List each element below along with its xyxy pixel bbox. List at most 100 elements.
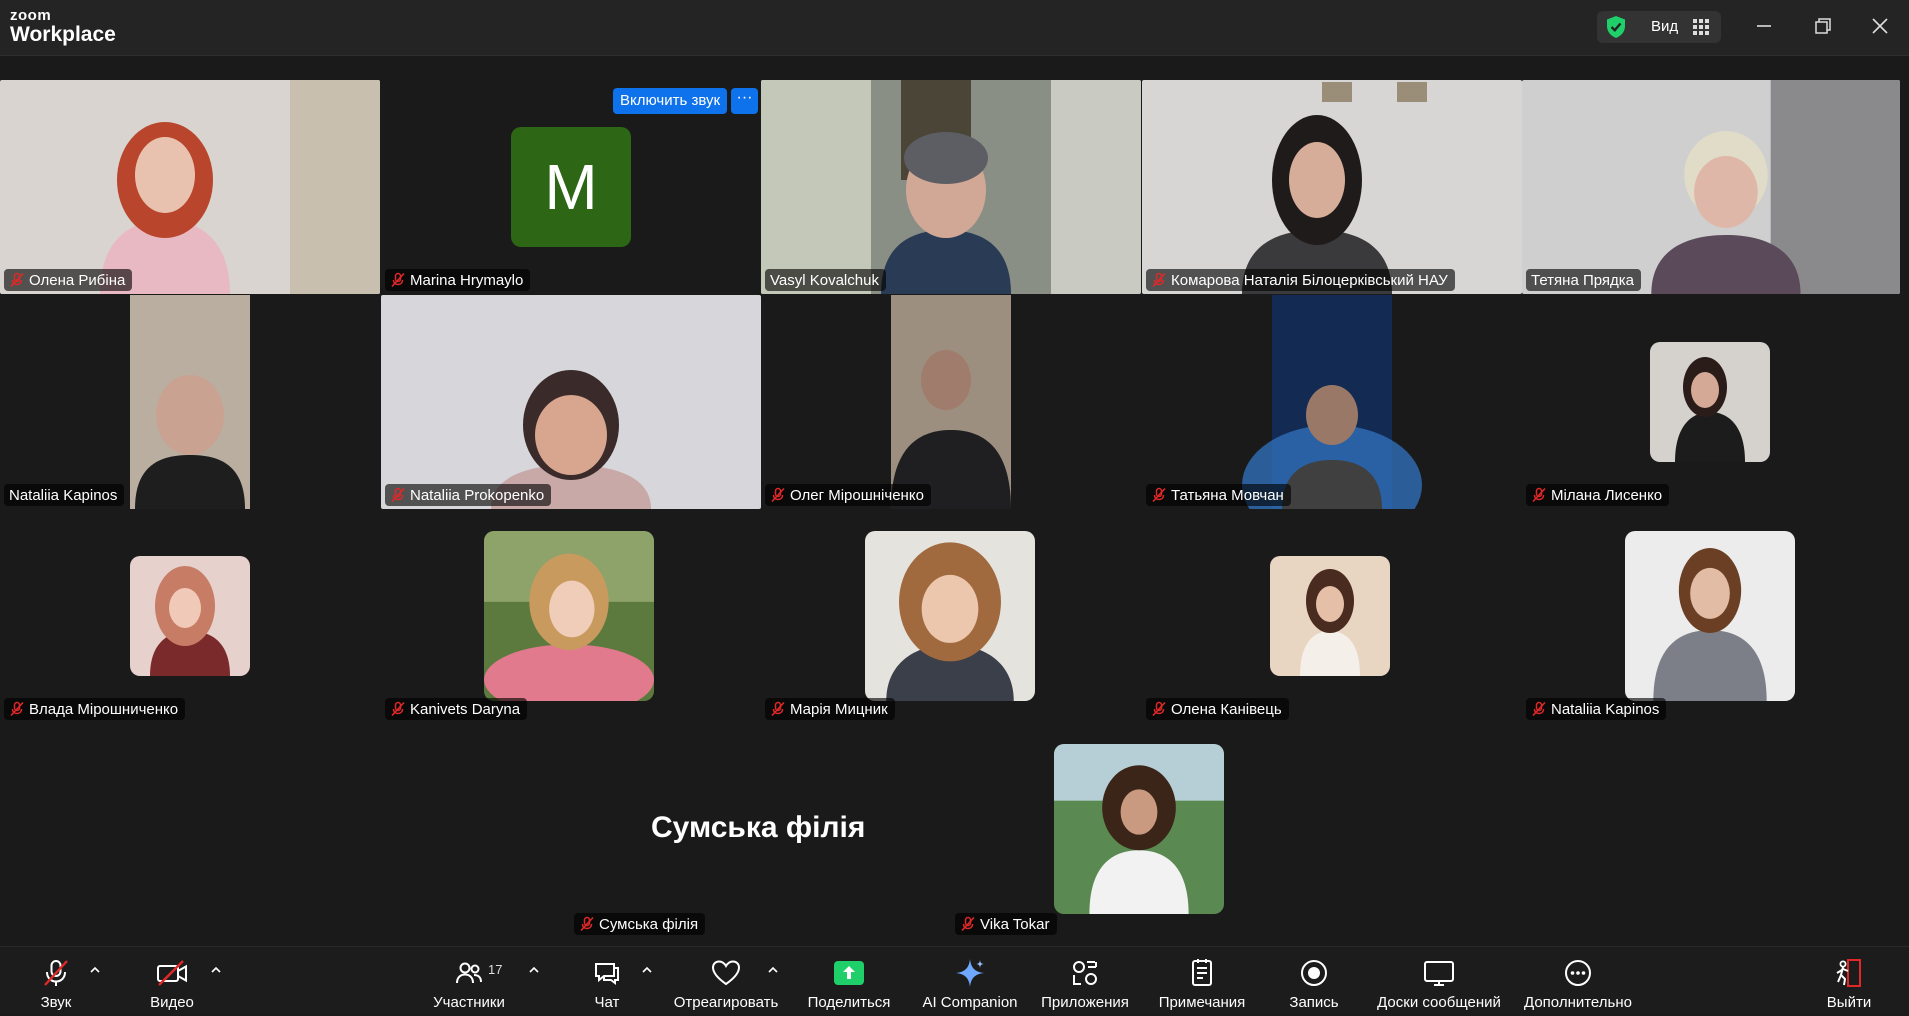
- participants-count: 17: [488, 962, 503, 977]
- record-button[interactable]: Запись: [1287, 947, 1341, 1016]
- participant-name: Тетяна Прядка: [1531, 271, 1635, 289]
- participant-name: Vika Tokar: [980, 915, 1050, 933]
- avatar: [130, 556, 250, 676]
- participant-name: Татьяна Мовчан: [1171, 486, 1284, 504]
- close-icon[interactable]: [1868, 14, 1892, 38]
- record-label: Запись: [1289, 994, 1339, 1011]
- name-tag: Влада Мірошниченко: [4, 698, 186, 720]
- leave-label: Выйти: [1826, 994, 1872, 1011]
- name-tag: Сумська філія: [574, 913, 706, 935]
- participant-name: Мілана Лисенко: [1551, 486, 1663, 504]
- chat-label: Чат: [594, 994, 620, 1011]
- participant-tile[interactable]: Kanivets Daryna: [381, 509, 761, 723]
- participant-tile[interactable]: Nataliia Kapinos: [0, 295, 380, 509]
- logo-line1: zoom: [10, 7, 52, 24]
- video-button[interactable]: Видео: [145, 947, 199, 1016]
- muted-mic-icon: [1152, 487, 1166, 503]
- meeting-toolbar: Звук Видео Участники 17 Чат Отреагироват…: [0, 946, 1909, 1015]
- participant-tile[interactable]: Олена Рибіна: [0, 80, 380, 294]
- participant-name: Nataliia Kapinos: [9, 486, 118, 504]
- view-button[interactable]: Вид: [1597, 11, 1721, 43]
- participant-video: [1142, 80, 1522, 294]
- apps-button[interactable]: Приложения: [1038, 947, 1132, 1016]
- avatar: [865, 531, 1035, 701]
- name-tag: Татьяна Мовчан: [1146, 484, 1291, 506]
- participant-tile[interactable]: Nataliia Kapinos: [1522, 509, 1900, 723]
- share-label: Поделиться: [807, 994, 891, 1011]
- muted-mic-icon: [580, 916, 594, 932]
- video-off-icon: [157, 960, 187, 986]
- video-options-caret-icon[interactable]: [209, 963, 223, 977]
- mic-muted-icon: [44, 960, 68, 986]
- more-button[interactable]: Дополнительно: [1521, 947, 1635, 1016]
- audio-button[interactable]: Звук: [32, 947, 80, 1016]
- ai-companion-button[interactable]: AI Companion: [921, 947, 1019, 1016]
- minimize-icon[interactable]: [1752, 14, 1776, 38]
- chat-button[interactable]: Чат: [588, 947, 626, 1016]
- participant-tile[interactable]: Олег Мірошніченко: [761, 295, 1141, 509]
- participants-button[interactable]: Участники: [428, 947, 510, 1016]
- participant-name: Комарова Наталія Білоцерківський НАУ: [1171, 271, 1448, 289]
- participant-video: [381, 295, 761, 509]
- name-tag: Nataliia Prokopenko: [385, 484, 552, 506]
- participant-tile-active-speaker[interactable]: Vasyl Kovalchuk: [761, 80, 1141, 294]
- participant-name: Олег Мірошніченко: [790, 486, 924, 504]
- ai-sparkle-icon: [956, 959, 984, 987]
- name-tag: Олег Мірошніченко: [765, 484, 931, 506]
- security-shield-icon: [1607, 16, 1625, 38]
- name-tag: Тетяна Прядка: [1526, 269, 1642, 291]
- participant-tile[interactable]: Марія Мицник: [761, 509, 1141, 723]
- participants-label: Участники: [433, 994, 505, 1011]
- chat-options-caret-icon[interactable]: [640, 963, 654, 977]
- participant-video: [0, 80, 380, 294]
- participant-name: Марія Мицник: [790, 700, 888, 718]
- unmute-button[interactable]: Включить звук: [613, 88, 728, 114]
- participant-tile[interactable]: Комарова Наталія Білоцерківський НАУ: [1142, 80, 1522, 294]
- apps-icon: [1073, 961, 1097, 985]
- avatar: [484, 531, 654, 701]
- participant-tile[interactable]: Тетяна Прядка: [1522, 80, 1900, 294]
- restore-icon[interactable]: [1811, 14, 1835, 38]
- more-options-icon[interactable]: ···: [731, 88, 758, 114]
- grid-view-icon: [1693, 19, 1709, 35]
- muted-mic-icon: [961, 916, 975, 932]
- participant-video: [1142, 295, 1522, 509]
- chat-icon: [595, 963, 619, 985]
- name-tag: Marina Hrymaylo: [385, 269, 531, 291]
- ai-companion-label: AI Companion: [922, 994, 1018, 1011]
- more-icon: [1565, 960, 1591, 986]
- participant-tile[interactable]: Влада Мірошниченко: [0, 509, 380, 723]
- audio-options-caret-icon[interactable]: [88, 963, 102, 977]
- apps-label: Приложения: [1041, 994, 1129, 1011]
- participant-name: Kanivets Daryna: [410, 700, 521, 718]
- participant-tile[interactable]: Татьяна Мовчан: [1142, 295, 1522, 509]
- whiteboards-button[interactable]: Доски сообщений: [1373, 947, 1505, 1016]
- participants-options-caret-icon[interactable]: [527, 963, 541, 977]
- react-options-caret-icon[interactable]: [766, 963, 780, 977]
- participant-video: [0, 295, 380, 509]
- participant-tile[interactable]: Мілана Лисенко: [1522, 295, 1900, 509]
- participant-tile[interactable]: Олена Канівець: [1142, 509, 1522, 723]
- participant-name: Marina Hrymaylo: [410, 271, 524, 289]
- avatar: [1054, 744, 1224, 914]
- zoom-workplace-logo: zoom Workplace: [10, 8, 116, 45]
- participant-name: Сумська філія: [599, 915, 699, 933]
- react-button[interactable]: Отреагировать: [670, 947, 782, 1016]
- notes-button[interactable]: Примечания: [1156, 947, 1248, 1016]
- muted-mic-icon: [1532, 701, 1546, 717]
- participant-tile[interactable]: Vika Tokar: [951, 724, 1329, 938]
- participant-tile[interactable]: Nataliia Prokopenko: [381, 295, 761, 509]
- name-tag: Олена Канівець: [1146, 698, 1289, 720]
- leave-button[interactable]: Выйти: [1826, 947, 1872, 1016]
- logo-line2: Workplace: [10, 23, 116, 46]
- muted-mic-icon: [771, 701, 785, 717]
- react-label: Отреагировать: [673, 994, 779, 1011]
- avatar: [1625, 531, 1795, 701]
- avatar: [1650, 342, 1770, 462]
- share-button[interactable]: Поделиться: [806, 947, 892, 1016]
- name-tag: Kanivets Daryna: [385, 698, 528, 720]
- room-title: Сумська філія: [651, 811, 866, 844]
- name-tag: Марія Мицник: [765, 698, 895, 720]
- muted-mic-icon: [391, 272, 405, 288]
- muted-mic-icon: [1532, 487, 1546, 503]
